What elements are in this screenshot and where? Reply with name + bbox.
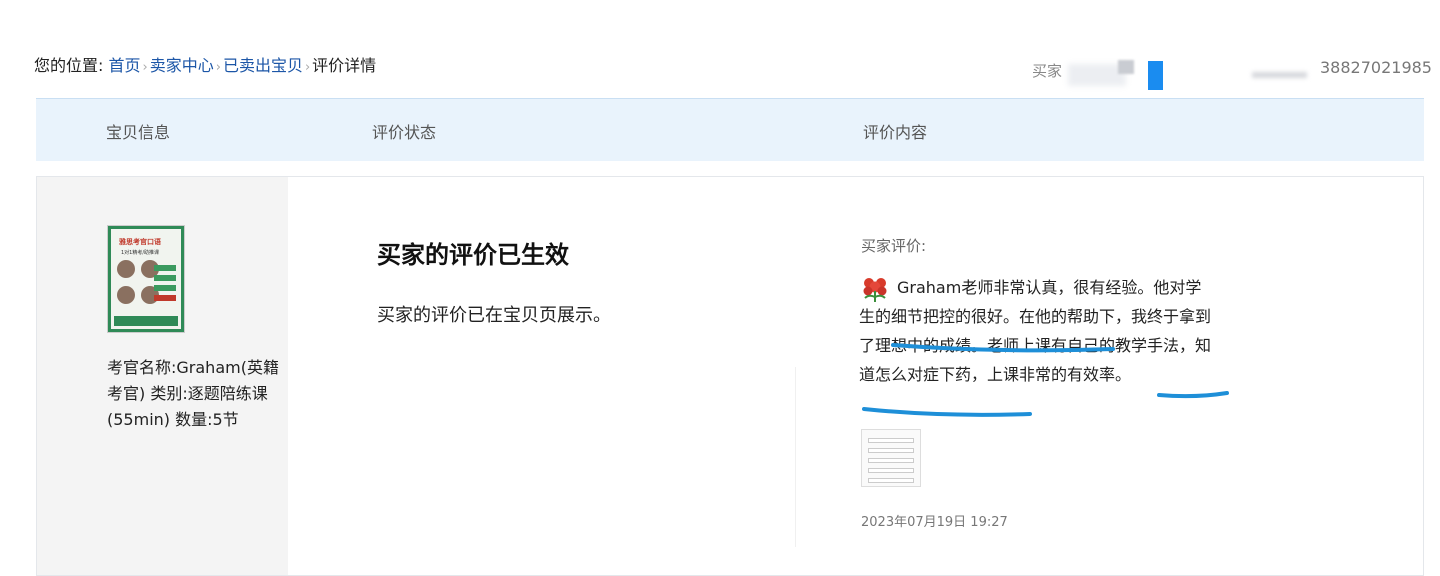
review-text: Graham老师非常认真，很有经验。他对学生的细节把控的很好。在他的帮助下，我终… bbox=[859, 278, 1212, 384]
item-info-cell: 雅思考官口语 1对1精考/助推课 考官名称:Graham(英籍考官) 类别:逐题… bbox=[37, 177, 288, 575]
thumbnail-tag bbox=[154, 275, 176, 281]
thumbnail-tag bbox=[154, 285, 176, 291]
column-header-item-info: 宝贝信息 bbox=[106, 123, 171, 142]
buyer-label: 买家 bbox=[1032, 62, 1063, 80]
chevron-right-icon: › bbox=[304, 60, 311, 75]
redacted-mark bbox=[1118, 60, 1134, 74]
breadcrumb: 您的位置: 首页 › 卖家中心 › 已卖出宝贝 › 评价详情 bbox=[34, 52, 376, 76]
chevron-right-icon: › bbox=[215, 60, 221, 75]
redacted-mark bbox=[1252, 72, 1307, 78]
redaction-block bbox=[1148, 61, 1163, 90]
teacher-avatar bbox=[117, 286, 135, 304]
review-status-title: 买家的评价已生效 bbox=[377, 241, 569, 269]
breadcrumb-prefix: 您的位置: bbox=[34, 56, 104, 75]
column-header-review-content: 评价内容 bbox=[863, 123, 928, 142]
breadcrumb-seller-center-link[interactable]: 卖家中心 bbox=[150, 56, 214, 75]
buyer-phone: 38827021985 bbox=[1320, 58, 1432, 77]
review-date: 2023年07月19日 19:27 bbox=[861, 515, 1008, 530]
thumbnail-tag bbox=[154, 265, 176, 271]
review-status-description: 买家的评价已在宝贝页展示。 bbox=[377, 305, 611, 326]
breadcrumb-home-link[interactable]: 首页 bbox=[109, 56, 141, 75]
thumbnail-title: 雅思考官口语 bbox=[119, 238, 161, 246]
teacher-avatar bbox=[117, 260, 135, 278]
item-description: 考官名称:Graham(英籍考官) 类别:逐题陪练课(55min) 数量:5节 bbox=[107, 358, 279, 429]
review-image-thumbnail[interactable] bbox=[861, 429, 921, 487]
buyer-review-label: 买家评价: bbox=[861, 237, 927, 255]
breadcrumb-sold-items-link[interactable]: 已卖出宝贝 bbox=[223, 56, 303, 75]
table-header: 宝贝信息 评价状态 评价内容 bbox=[36, 98, 1424, 161]
item-thumbnail[interactable]: 雅思考官口语 1对1精考/助推课 bbox=[107, 225, 185, 333]
handwritten-underline bbox=[862, 407, 1032, 417]
breadcrumb-current: 评价详情 bbox=[312, 56, 377, 75]
column-header-review-status: 评价状态 bbox=[372, 123, 437, 142]
thumbnail-tag bbox=[154, 295, 176, 301]
thumbnail-footer bbox=[114, 316, 178, 326]
table-row: 雅思考官口语 1对1精考/助推课 考官名称:Graham(英籍考官) 类别:逐题… bbox=[36, 176, 1424, 576]
thumbnail-subtitle: 1对1精考/助推课 bbox=[121, 250, 160, 256]
divider bbox=[795, 367, 796, 547]
chevron-right-icon: › bbox=[142, 60, 148, 75]
